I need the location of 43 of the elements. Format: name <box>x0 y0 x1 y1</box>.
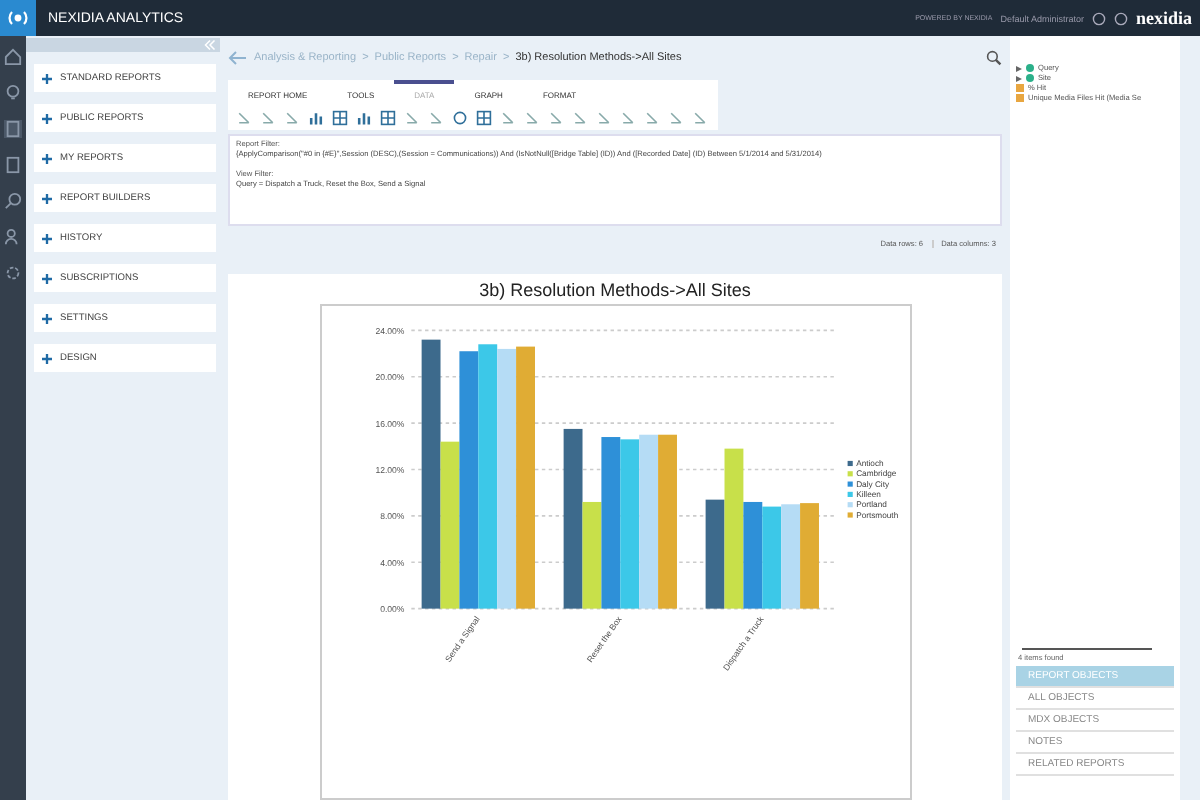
back-arrow-icon[interactable] <box>228 48 248 68</box>
lightbulb-icon[interactable] <box>4 84 22 102</box>
document-icon[interactable] <box>4 156 22 174</box>
plus-icon <box>42 353 52 363</box>
toolbar-icon[interactable] <box>452 110 468 126</box>
toolbar-icon[interactable] <box>356 110 372 126</box>
toolbar-icon[interactable] <box>284 110 300 126</box>
plus-icon <box>42 153 52 163</box>
home-icon[interactable] <box>4 48 22 66</box>
toolbar-icon[interactable] <box>596 110 612 126</box>
brand-logo: nexidia <box>1135 8 1192 28</box>
toolbar-icon[interactable] <box>476 110 492 126</box>
toolbar-icon[interactable] <box>380 110 396 126</box>
toolbar-icon[interactable] <box>332 110 348 126</box>
bar <box>780 504 800 609</box>
users-icon[interactable] <box>4 228 22 246</box>
toolbar-icon[interactable] <box>692 110 708 126</box>
search-icon[interactable] <box>986 50 1002 66</box>
plus-icon <box>42 113 52 123</box>
bar <box>799 503 818 609</box>
toolbar-icon[interactable] <box>524 110 540 126</box>
toolbar-icon[interactable] <box>620 110 636 126</box>
collapse-icon[interactable] <box>204 40 216 50</box>
signal-logo-icon <box>0 0 36 36</box>
chart-title: 3b) Resolution Methods->All Sites <box>479 278 751 304</box>
plus-icon <box>42 193 52 203</box>
toolbar-icon[interactable] <box>572 110 588 126</box>
toolbar-icon[interactable] <box>404 110 420 126</box>
toolbar-icon[interactable] <box>428 110 444 126</box>
search-icon[interactable] <box>4 192 22 210</box>
toolbar-icon[interactable] <box>644 110 660 126</box>
toolbar-icon[interactable] <box>236 110 252 126</box>
settings-icon[interactable] <box>4 264 22 282</box>
plus-icon <box>42 73 52 83</box>
toolbar-icon[interactable] <box>548 110 564 126</box>
documents-icon[interactable] <box>4 120 22 138</box>
plus-icon <box>42 233 52 243</box>
toolbar-icon[interactable] <box>668 110 684 126</box>
toolbar-icon[interactable] <box>260 110 276 126</box>
toolbar-icon[interactable] <box>308 110 324 126</box>
toolbar-icon[interactable] <box>500 110 516 126</box>
plus-icon <box>42 313 52 323</box>
plus-icon <box>42 273 52 283</box>
